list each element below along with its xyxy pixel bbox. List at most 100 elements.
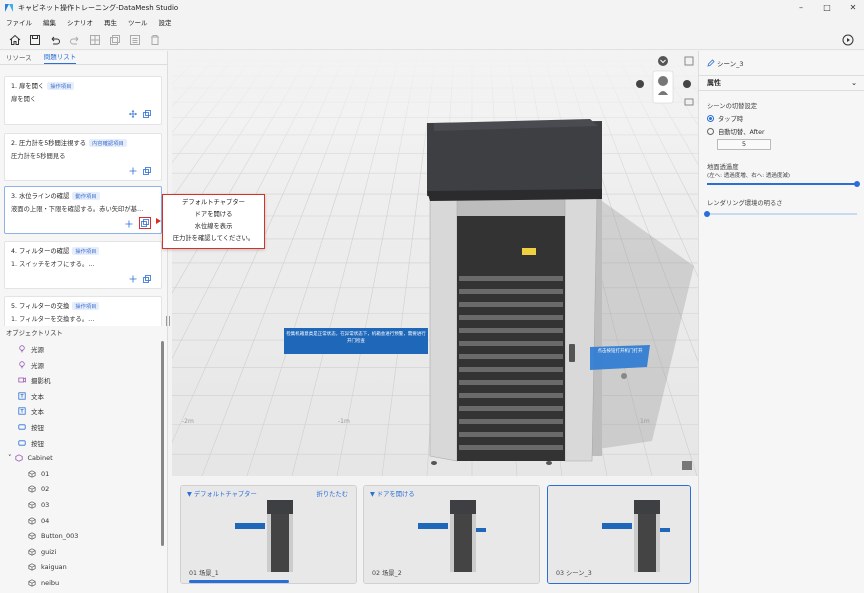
chevron-down-icon[interactable]: ⌄ — [851, 79, 857, 87]
brightness-slider-thumb[interactable] — [704, 211, 710, 217]
save-icon[interactable] — [25, 31, 45, 49]
object-list-item[interactable]: ˅ Cabinet — [8, 452, 53, 464]
object-list-item[interactable]: 光源 — [18, 359, 44, 371]
copy-highlight[interactable] — [139, 217, 151, 229]
ground-transparency-label: 地面透過度 — [707, 164, 739, 171]
collapse-button[interactable]: 折りたたむ — [317, 489, 348, 498]
app-logo-icon — [5, 3, 13, 12]
copy-icon[interactable] — [143, 275, 151, 283]
task-card-selected[interactable]: 3. 水位ラインの確認 動作項目 液面の上限・下限を確認する。赤い矢印が基… — [4, 186, 162, 234]
object-list-label: 文本 — [31, 392, 44, 401]
undo-icon[interactable] — [45, 31, 65, 49]
delete-icon[interactable] — [145, 31, 165, 49]
object-list-item[interactable]: 01 — [28, 468, 49, 480]
scene-card[interactable]: ▼ デフォルトチャプター 折りたたむ 01 场景_1 — [180, 485, 357, 584]
task-actions — [129, 167, 151, 175]
edit-icon[interactable] — [707, 59, 715, 67]
object-list-item[interactable]: 文本 — [18, 390, 44, 402]
panel-resize-handle[interactable] — [166, 316, 170, 326]
play-circle-icon[interactable] — [842, 34, 854, 46]
object-list-item[interactable]: guizi — [28, 546, 56, 558]
popup-item-open-door[interactable]: ドアを開ける — [163, 209, 264, 221]
menu-file[interactable]: ファイル — [6, 17, 32, 27]
menu-play[interactable]: 再生 — [104, 17, 117, 27]
scene-name[interactable]: シーン_3 — [707, 58, 744, 68]
duplicate-icon[interactable] — [105, 31, 125, 49]
radio-auto-switch[interactable]: 自動切替、After — [707, 127, 765, 136]
chapter-popup-menu: デフォルトチャプター ドアを開ける 水位線を表示 圧力計を確認してください。 — [162, 194, 265, 249]
object-list-item[interactable]: 摄影机 — [18, 374, 51, 386]
window-title: キャビネット操作トレーニング-DataMesh Studio — [18, 3, 179, 12]
render-brightness-slider[interactable] — [704, 211, 857, 217]
auto-switch-seconds-input[interactable]: 5 — [717, 139, 771, 150]
object-list-header: オブジェクトリスト — [6, 330, 63, 337]
task-desc: 圧力計を5秒間見る — [11, 153, 66, 160]
object-list-scrollbar[interactable] — [161, 341, 164, 546]
redo-icon[interactable] — [65, 31, 85, 49]
object-list-item[interactable]: neibu — [28, 577, 59, 589]
task-card[interactable]: 4. フィルターの確認 操作項目 1. スイッチをオフにする。… — [4, 241, 162, 289]
close-button[interactable]: ✕ — [838, 0, 864, 15]
scene-card-active[interactable]: 03 シーン_3 — [547, 485, 691, 584]
object-list-item[interactable]: 按钮 — [18, 421, 44, 433]
task-badge: 内容確認項目 — [89, 139, 127, 147]
popup-item-check-gauge[interactable]: 圧力計を確認してください。 — [163, 233, 264, 245]
object-list-item[interactable]: 按钮 — [18, 437, 44, 449]
object-list-item[interactable]: 光源 — [18, 343, 44, 355]
task-card[interactable]: 5. フィルターの交換 操作項目 1. フィルターを交換する。… — [4, 296, 162, 326]
title-bar: キャビネット操作トレーニング-DataMesh Studio – □ ✕ — [0, 0, 864, 15]
popup-item-show-water-line[interactable]: 水位線を表示 — [163, 221, 264, 233]
task-title: 2. 圧力計を5秒間注視する 内容確認項目 — [11, 138, 155, 147]
task-card[interactable]: 2. 圧力計を5秒間注視する 内容確認項目 圧力計を5秒間見る — [4, 133, 162, 181]
menu-tools[interactable]: ツール — [128, 17, 148, 27]
menu-scenario[interactable]: シナリオ — [67, 17, 93, 27]
radio-unchecked-icon[interactable] — [707, 128, 714, 135]
radio-checked-icon[interactable] — [707, 115, 714, 122]
object-list-item[interactable]: 03 — [28, 499, 49, 511]
model-icon — [14, 454, 23, 462]
object-list-label: 光源 — [31, 361, 44, 370]
cube-icon — [28, 563, 36, 571]
tab-question-list[interactable]: 問題リスト — [43, 51, 77, 64]
axis-label: -2m — [182, 418, 194, 425]
scene-chapter-label[interactable]: ▼ ドアを開ける — [370, 489, 415, 498]
view-left-icon — [636, 80, 644, 88]
move-icon[interactable] — [129, 275, 137, 283]
tab-resources[interactable]: リソース — [6, 52, 32, 64]
scene-chapter-label[interactable]: ▼ デフォルトチャプター — [187, 489, 257, 498]
ground-transparency-hint: (左へ: 透過度増、右へ: 透過度減) — [707, 173, 790, 179]
list-icon[interactable] — [125, 31, 145, 49]
ground-slider-thumb[interactable] — [854, 181, 860, 187]
copy-icon[interactable] — [143, 167, 151, 175]
move-icon[interactable] — [129, 110, 137, 118]
menu-edit[interactable]: 編集 — [43, 17, 56, 27]
move-icon[interactable] — [129, 167, 137, 175]
object-list-item[interactable]: 文本 — [18, 405, 44, 417]
task-actions — [129, 275, 151, 283]
task-card[interactable]: 1. 扉を開く 操作項目 扉を開く — [4, 76, 162, 125]
ground-transparency-slider[interactable] — [707, 181, 860, 187]
cube-icon — [28, 548, 36, 556]
scene-card[interactable]: ▼ ドアを開ける 02 场景_2 — [363, 485, 540, 584]
camera-icon — [18, 376, 26, 384]
menu-settings[interactable]: 設定 — [159, 17, 172, 27]
task-title: 4. フィルターの確認 操作項目 — [11, 246, 155, 255]
text-icon — [18, 392, 26, 400]
home-icon[interactable] — [5, 31, 25, 49]
object-list-item[interactable]: 02 — [28, 483, 49, 495]
object-list-item[interactable]: kaiguan — [28, 561, 67, 573]
popup-item-default-chapter[interactable]: デフォルトチャプター — [163, 197, 264, 209]
cube-icon — [28, 532, 36, 540]
cube-icon — [28, 501, 36, 509]
object-list-item[interactable]: Button_003 — [28, 530, 78, 542]
copy-icon[interactable] — [143, 110, 151, 118]
copy-icon[interactable] — [141, 219, 149, 227]
task-title: 3. 水位ラインの確認 動作項目 — [11, 191, 155, 200]
scene-viewport[interactable]: 检集机箱意类是正常状态，在异常状态下，机箱会进行预警，需要进行开门检查 点击按钮… — [172, 51, 698, 476]
chevron-down-icon[interactable]: ˅ — [8, 454, 12, 462]
move-icon[interactable] — [125, 220, 133, 228]
radio-on-tap[interactable]: タップ時 — [707, 114, 743, 123]
object-list-item[interactable]: 04 — [28, 515, 49, 527]
properties-header[interactable]: 属性 ⌄ — [699, 75, 864, 91]
group-icon[interactable] — [85, 31, 105, 49]
